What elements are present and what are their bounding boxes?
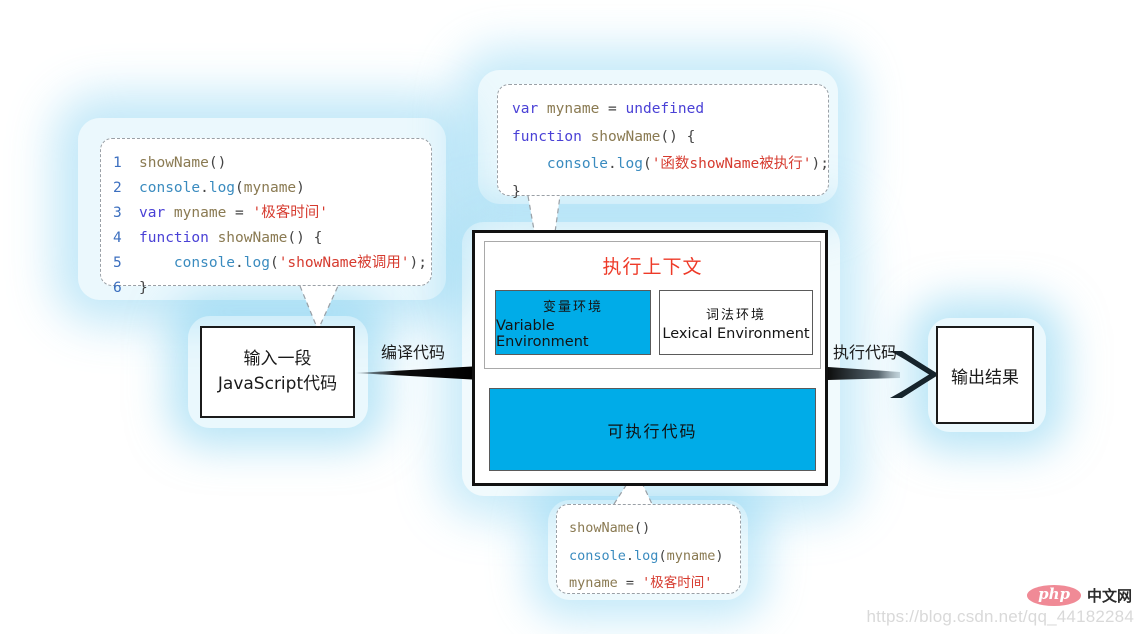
output-box-label: 输出结果 <box>951 367 1019 388</box>
php-logo-watermark: php 中文网 <box>1027 585 1132 606</box>
lexical-environment-en: Lexical Environment <box>662 325 810 342</box>
code-token: } <box>139 279 148 296</box>
code-line: console.log('函数showName被执行'); <box>512 151 829 179</box>
code-token: . <box>200 179 209 196</box>
execute-arrow-label: 执行代码 <box>833 343 898 362</box>
code-token: '函数showName被执行' <box>651 156 812 173</box>
code-token: = <box>608 101 626 117</box>
code-token: '极客时间' <box>642 575 713 592</box>
input-javascript-box: 输入一段 JavaScript代码 <box>200 326 355 418</box>
code-token: undefined <box>625 101 705 117</box>
code-token: log <box>208 179 236 196</box>
input-box-line2: JavaScript代码 <box>217 374 338 394</box>
code-token: = <box>235 204 253 221</box>
code-token: () { <box>660 128 696 145</box>
output-result-box: 输出结果 <box>936 326 1034 424</box>
code-token: console <box>546 156 609 173</box>
code-token: = <box>625 575 643 592</box>
diagram-canvas: 1 showName() 2 console.log(myname) 3 var myna… <box>0 0 1142 634</box>
code-token: myname <box>569 575 626 592</box>
execution-context-panel: 执行上下文 变量环境 Variable Environment 词法环境 Lex… <box>484 241 821 369</box>
code-token: ( <box>658 547 667 564</box>
code-token: myname <box>243 179 297 196</box>
code-lines-left: 1 showName() 2 console.log(myname) 3 var myna… <box>113 151 427 301</box>
variable-environment-cn: 变量环境 <box>542 299 603 315</box>
code-lines-top: var myname = undefined function showName(… <box>512 96 829 207</box>
code-token: console <box>139 179 201 196</box>
code-token: ( <box>235 179 244 196</box>
execution-context-title: 执行上下文 <box>602 256 703 278</box>
variable-environment-callout: var myname = undefined function showName(… <box>497 84 829 200</box>
code-token: () <box>208 155 227 171</box>
code-token: 'showName被调用' <box>278 254 410 271</box>
php-logo-suffix: 中文网 <box>1086 587 1132 605</box>
code-token: console <box>173 254 236 271</box>
code-token: . <box>608 156 617 173</box>
code-token: console <box>569 547 626 564</box>
code-token: . <box>625 547 635 564</box>
code-line: 3 var myname = '极客时间' <box>113 201 417 226</box>
code-line: 4 function showName() { <box>113 226 417 251</box>
code-line-number: 3 <box>113 204 122 221</box>
code-line: showName() <box>569 515 728 543</box>
code-line-number: 6 <box>113 279 122 296</box>
code-token: function <box>512 128 582 145</box>
code-token: showName <box>139 155 209 171</box>
code-token: ); <box>409 254 427 271</box>
javascript-engine-box: 执行上下文 变量环境 Variable Environment 词法环境 Lex… <box>472 230 828 486</box>
csdn-url-watermark: https://blog.csdn.net/qq_44182284 <box>866 607 1134 626</box>
code-token: myname <box>165 204 236 221</box>
code-token: log <box>243 254 270 271</box>
code-line: 5 console.log('showName被调用'); <box>113 251 427 276</box>
code-token: () { <box>287 229 323 246</box>
code-token: () <box>634 520 651 536</box>
code-line: 6} <box>113 276 417 301</box>
lexical-environment-box: 词法环境 Lexical Environment <box>659 290 813 355</box>
code-token: log <box>634 547 659 564</box>
variable-environment-box: 变量环境 Variable Environment <box>495 290 651 355</box>
code-line: console.log(myname) <box>569 543 728 571</box>
input-box-line1: 输入一段 <box>243 349 312 370</box>
code-token: ( <box>642 156 652 173</box>
code-token: function <box>139 229 209 246</box>
code-line-number: 5 <box>113 254 122 271</box>
code-token: } <box>512 183 521 200</box>
code-token: ); <box>811 156 829 173</box>
code-lines-bottom: showName() console.log(myname) myname = '极… <box>569 515 728 598</box>
code-line-number: 2 <box>113 179 122 196</box>
code-token: log <box>616 156 643 173</box>
code-token: var <box>139 204 166 221</box>
php-logo-icon: php <box>1027 585 1081 606</box>
code-token: showName <box>581 128 661 145</box>
code-line: 2 console.log(myname) <box>113 176 417 201</box>
executable-code-callout: showName() console.log(myname) myname = '极… <box>556 504 741 594</box>
code-token: '极客时间' <box>252 204 328 221</box>
code-token: myname <box>666 547 716 564</box>
code-token: ) <box>715 547 724 564</box>
source-code-callout: 1 showName() 2 console.log(myname) 3 var myna… <box>100 138 432 296</box>
code-line: } <box>512 179 814 207</box>
code-line-number: 1 <box>113 155 122 171</box>
compile-arrow-label: 编译代码 <box>381 343 446 362</box>
code-line-number: 4 <box>113 229 122 246</box>
code-line: var myname = undefined <box>512 96 814 124</box>
code-line: function showName() { <box>512 124 814 152</box>
code-token: ) <box>296 179 305 196</box>
code-token: showName <box>208 229 288 246</box>
lexical-environment-cn: 词法环境 <box>705 307 766 323</box>
code-line: myname = '极客时间' <box>569 570 728 598</box>
executable-code-box: 可执行代码 <box>489 388 816 471</box>
code-token: ( <box>269 254 279 271</box>
code-token: . <box>235 254 244 271</box>
code-token: showName <box>569 520 635 536</box>
code-token: myname <box>538 101 609 117</box>
code-line: 1 showName() <box>113 151 417 176</box>
variable-environment-en: Variable Environment <box>496 317 589 350</box>
code-token: var <box>512 101 539 117</box>
